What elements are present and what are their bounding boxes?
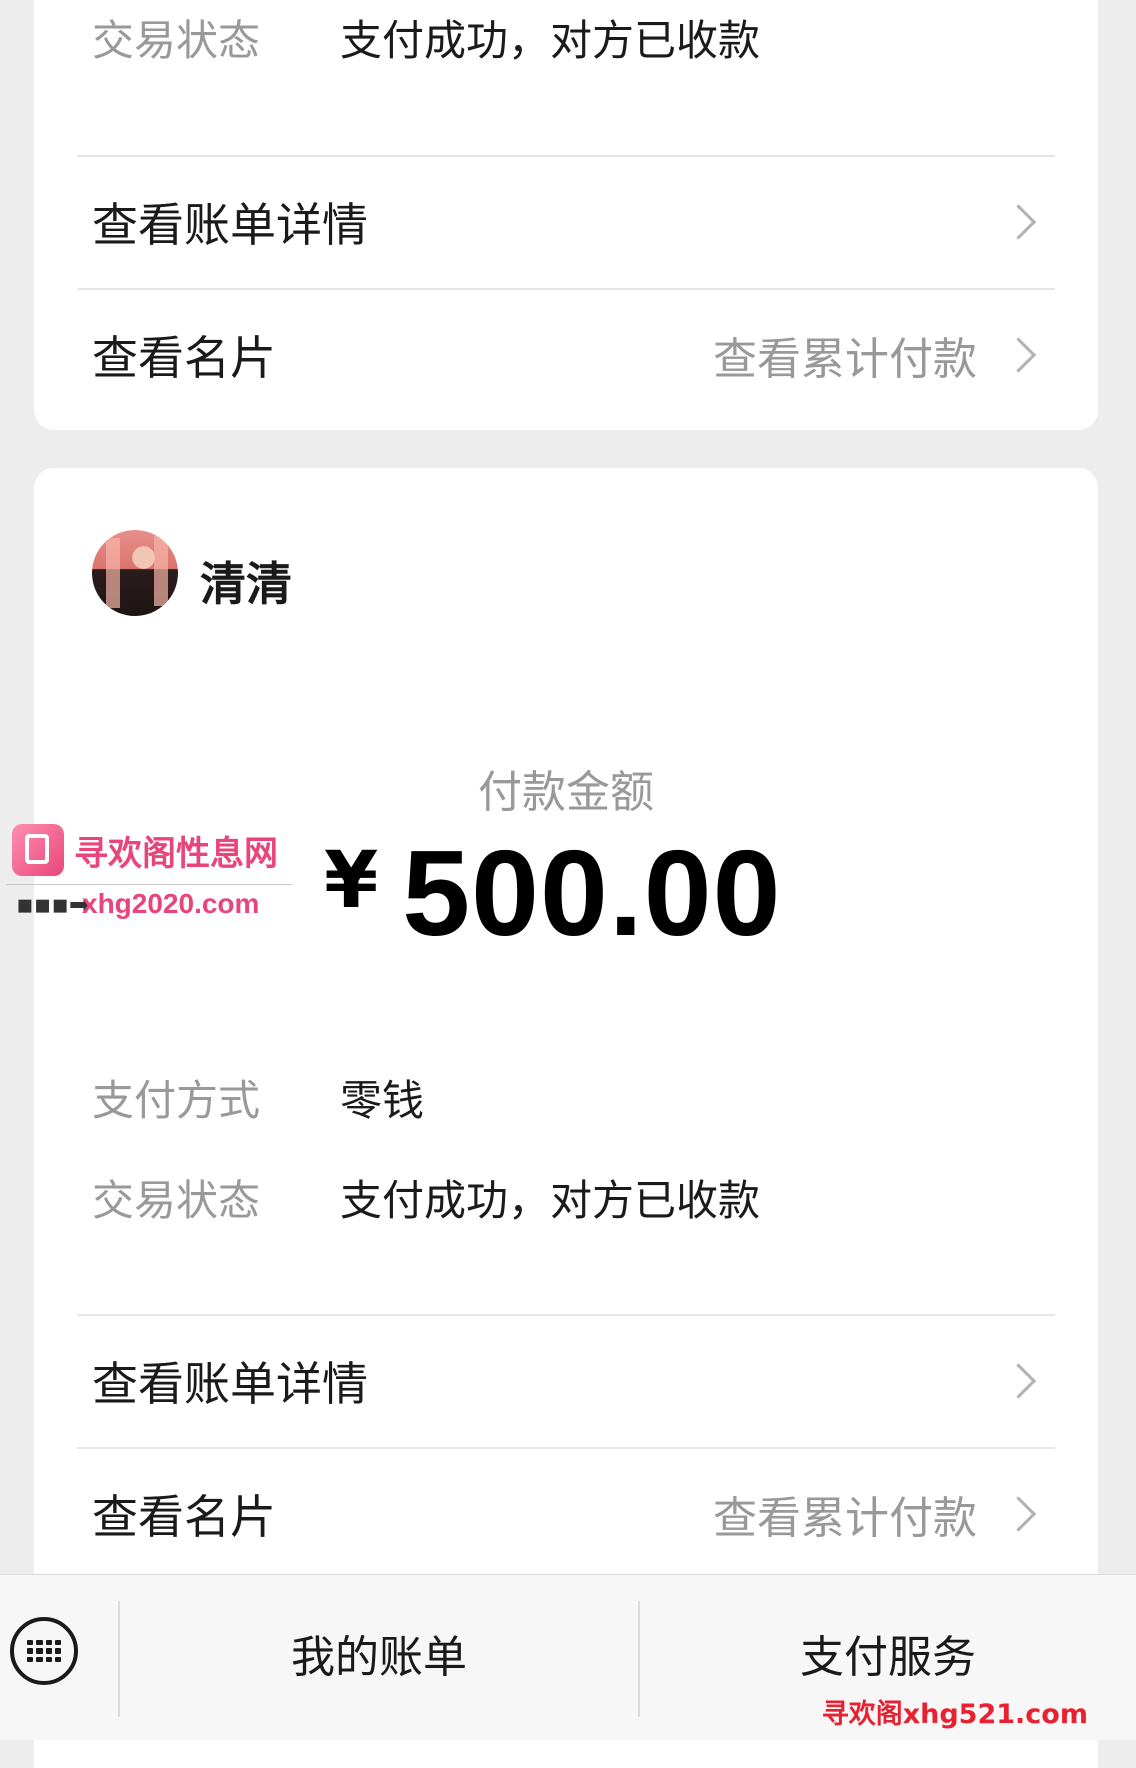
status-value: 支付成功，对方已收款 — [340, 1176, 761, 1225]
watermark-banner: 寻欢阁性息网 ▪▪▪➡ xhg2020.com — [6, 822, 292, 922]
chevron-right-icon — [1000, 1496, 1037, 1532]
method-value: 零钱 — [340, 1076, 425, 1125]
amount-label: 付款金额 — [478, 767, 654, 818]
bill-detail-label: 查看账单详情 — [92, 1357, 368, 1411]
payment-amount: ¥500.00 — [324, 823, 781, 963]
top-status-value: 支付成功，对方已收款 — [340, 16, 761, 65]
top-transaction-card: 交易状态 支付成功，对方已收款 查看账单详情 查看名片 查看累计付款 — [34, 0, 1098, 430]
watermark-footer: 寻欢阁xhg521.com — [821, 1699, 1088, 1730]
payee-name: 清清 — [200, 557, 292, 611]
method-row: 支付方式 零钱 — [92, 1080, 424, 1122]
top-status-label: 交易状态 — [92, 16, 261, 65]
cumulative-payment-label: 查看累计付款 — [713, 1493, 977, 1544]
keyboard-icon — [27, 1640, 61, 1662]
top-bill-detail-row[interactable]: 查看账单详情 — [77, 157, 1055, 287]
top-bill-detail-label: 查看账单详情 — [92, 198, 368, 252]
avatar[interactable] — [92, 530, 178, 616]
watermark-logo-icon — [12, 824, 64, 876]
top-status-row: 交易状态 支付成功，对方已收款 — [92, 20, 760, 62]
watermark-divider — [6, 884, 292, 885]
arrow-right-icon: ▪▪▪➡ — [16, 890, 91, 920]
view-card-label: 查看名片 — [92, 1490, 276, 1544]
top-view-card-row[interactable]: 查看名片 查看累计付款 — [77, 290, 1055, 420]
my-bills-button[interactable]: 我的账单 — [120, 1575, 638, 1740]
top-view-card-label: 查看名片 — [92, 331, 276, 385]
keyboard-toggle-button[interactable] — [10, 1617, 78, 1685]
watermark-site-name: 寻欢阁性息网 — [74, 834, 278, 874]
chevron-right-icon — [1000, 1363, 1037, 1399]
method-label: 支付方式 — [92, 1076, 261, 1125]
chevron-right-icon — [1000, 337, 1037, 373]
top-cumulative-label: 查看累计付款 — [713, 334, 977, 385]
main-transaction-card: 清清 付款金额 ¥500.00 支付方式 零钱 交易状态 支付成功，对方已收款 查看… — [34, 468, 1098, 1768]
chevron-right-icon — [1000, 204, 1037, 240]
status-label: 交易状态 — [92, 1176, 261, 1225]
amount-value: 500.00 — [402, 825, 782, 961]
currency-symbol: ¥ — [324, 836, 379, 926]
status-row: 交易状态 支付成功，对方已收款 — [92, 1180, 760, 1222]
view-card-row[interactable]: 查看名片 查看累计付款 — [77, 1449, 1055, 1579]
watermark-url: xhg2020.com — [82, 888, 260, 919]
bill-detail-row[interactable]: 查看账单详情 — [77, 1316, 1055, 1446]
